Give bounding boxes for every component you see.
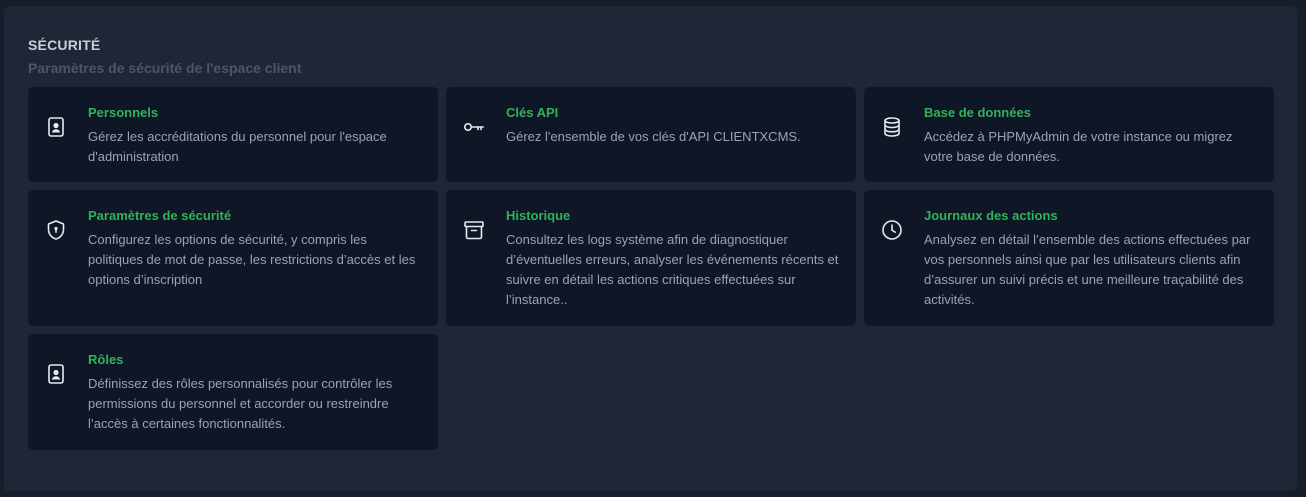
card-roles[interactable]: Rôles Définissez des rôles personnalisés… — [28, 334, 438, 450]
security-panel: SÉCURITÉ Paramètres de sécurité de l'esp… — [4, 6, 1297, 491]
card-description: Définissez des rôles personnalisés pour … — [88, 376, 393, 431]
settings-grid: Personnels Gérez les accréditations du p… — [28, 87, 1274, 450]
card-base-de-donnees[interactable]: Base de données Accédez à PHPMyAdmin de … — [864, 87, 1274, 182]
id-badge-icon — [44, 115, 68, 139]
card-title: Clés API — [506, 105, 559, 120]
card-cles-api[interactable]: Clés API Gérez l'ensemble de vos clés d'… — [446, 87, 856, 182]
card-historique[interactable]: Historique Consultez les logs système af… — [446, 190, 856, 326]
card-description: Gérez l'ensemble de vos clés d'API CLIEN… — [506, 129, 801, 144]
card-journaux-actions[interactable]: Journaux des actions Analysez en détail … — [864, 190, 1274, 326]
card-description: Consultez les logs système afin de diagn… — [506, 232, 839, 307]
id-badge-icon — [44, 362, 68, 386]
card-title: Personnels — [88, 105, 159, 120]
section-title: SÉCURITÉ — [28, 37, 101, 53]
key-icon — [462, 115, 486, 139]
card-title: Historique — [506, 208, 571, 223]
card-title: Rôles — [88, 352, 124, 367]
card-parametres-securite[interactable]: Paramètres de sécurité Configurez les op… — [28, 190, 438, 326]
card-description: Analysez en détail l’ensemble des action… — [924, 232, 1251, 307]
section-subtitle: Paramètres de sécurité de l'espace clien… — [28, 60, 302, 76]
shield-lock-icon — [44, 218, 68, 242]
database-icon — [880, 115, 904, 139]
card-description: Accédez à PHPMyAdmin de votre instance o… — [924, 129, 1233, 164]
card-title: Base de données — [924, 105, 1031, 120]
archive-icon — [462, 218, 486, 242]
card-personnels[interactable]: Personnels Gérez les accréditations du p… — [28, 87, 438, 182]
card-title: Journaux des actions — [924, 208, 1058, 223]
clock-icon — [880, 218, 904, 242]
card-description: Configurez les options de sécurité, y co… — [88, 232, 416, 287]
card-description: Gérez les accréditations du personnel po… — [88, 129, 387, 164]
card-title: Paramètres de sécurité — [88, 208, 232, 223]
